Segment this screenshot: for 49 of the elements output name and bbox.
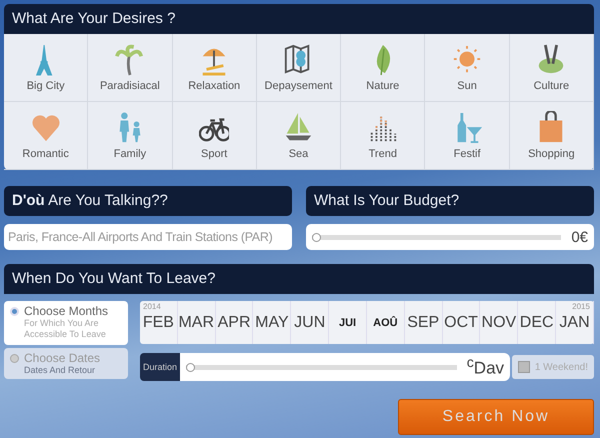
month-option[interactable]: MAR (178, 301, 216, 344)
category-tile[interactable]: Nature (341, 34, 426, 102)
month-option[interactable]: 2015 JAN (556, 301, 594, 344)
year-label: 2015 (572, 302, 590, 311)
departure-field[interactable]: Paris, France-All Airports And Train Stations (PAR) (4, 224, 292, 250)
budget-value: 0€ (571, 228, 588, 246)
month-option[interactable]: JUN (291, 301, 330, 344)
category-tile[interactable]: Sport (172, 102, 257, 170)
category-tile[interactable]: Romantic (4, 102, 88, 170)
slider-thumb[interactable] (186, 362, 196, 372)
category-tile[interactable]: Relaxation (172, 34, 257, 102)
option-label: Choose Dates (24, 351, 100, 365)
section-header: When Do You Want To Leave? (4, 264, 594, 294)
slider-thumb[interactable] (312, 232, 321, 242)
category-tile[interactable]: Culture (510, 34, 594, 102)
radio-button[interactable] (10, 354, 19, 362)
month-option[interactable]: 2014 FEB (140, 301, 178, 344)
month-option[interactable]: MAY (253, 301, 292, 344)
duration-label: Duration (140, 353, 180, 381)
category-tile[interactable]: Paradisiacal (88, 34, 173, 102)
section-header: What Is Your Budget? (306, 186, 594, 216)
month-option[interactable]: OCT (442, 301, 480, 344)
month-option[interactable]: NOV (480, 301, 518, 344)
month-option[interactable]: AOÛ (366, 301, 405, 344)
category-tile[interactable]: Depaysement (256, 34, 342, 102)
duration-slider-field[interactable]: $^{c}$Dav (180, 353, 510, 381)
option-card[interactable]: Choose Months For Which You Are Accessible To Leave (4, 301, 128, 345)
option-card[interactable]: Choose Dates Dates And Retour (4, 348, 128, 379)
category-tile[interactable]: Big City (4, 34, 88, 102)
month-option[interactable]: DEC (518, 301, 556, 344)
year-label: 2014 (143, 302, 161, 311)
option-label: Choose Months (24, 304, 108, 318)
category-tile[interactable]: Sun (425, 34, 510, 102)
palm-tree-icon (114, 43, 145, 77)
option-hint: Dates And Retour (23, 365, 96, 376)
category-tile[interactable]: Trend (341, 102, 426, 170)
duration-value: $^{c}$Dav (466, 355, 504, 379)
option-hint: For Which You Are Accessible To Leave (23, 318, 107, 340)
category-tile[interactable]: Festif (425, 102, 510, 170)
category-tile[interactable]: Family (88, 102, 173, 170)
month-option[interactable]: SEP (404, 301, 443, 344)
section-header: D'où Are You Talking?? (4, 186, 292, 216)
checkbox[interactable] (518, 361, 530, 373)
category-tile[interactable]: Sea (256, 102, 342, 170)
category-tile[interactable]: Shopping (510, 102, 594, 170)
month-option[interactable]: JUI (329, 301, 367, 344)
month-option[interactable]: APR (216, 301, 254, 344)
section-header: What Are Your Desires ? (4, 4, 594, 34)
budget-slider-field[interactable]: 0€ (306, 224, 594, 250)
